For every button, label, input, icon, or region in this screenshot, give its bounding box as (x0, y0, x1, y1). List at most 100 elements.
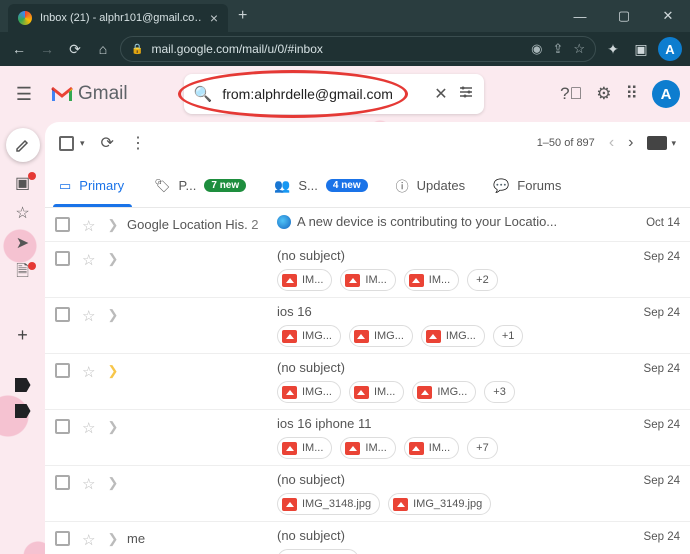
attachment-chip[interactable]: IMG_3148.jpg (277, 493, 380, 515)
row-checkbox[interactable] (55, 531, 70, 546)
search-icon[interactable]: 🔍 (194, 85, 213, 103)
star-icon[interactable]: ☆ (82, 531, 95, 549)
starred-nav-icon[interactable]: ☆ (12, 204, 34, 222)
email-row[interactable]: ☆ ❯ (no subject) IMG...IM...IMG...+3 Sep… (45, 354, 690, 410)
drafts-nav-icon[interactable]: 🗎 (12, 264, 34, 282)
home-button[interactable]: ⌂ (92, 38, 114, 60)
category-tab-forums[interactable]: 💬Forums (479, 164, 575, 207)
importance-icon[interactable]: ❯ (107, 531, 118, 547)
browser-tab[interactable]: Inbox (21) - alphr101@gmail.co… × (8, 4, 228, 32)
email-row[interactable]: ☆ ❯ (no subject) IM...IM...IM...+2 Sep 2… (45, 242, 690, 298)
search-input[interactable] (222, 86, 424, 102)
row-checkbox[interactable] (55, 307, 70, 322)
next-page-icon[interactable]: › (628, 134, 633, 152)
more-attachments[interactable]: +7 (467, 437, 498, 459)
category-tab-p[interactable]: 🏷P...7 new (140, 164, 260, 207)
forward-button[interactable]: → (36, 38, 58, 60)
importance-icon[interactable]: ❯ (107, 307, 118, 323)
attachment-chip[interactable]: IMG... (349, 325, 413, 347)
main-menu-icon[interactable]: ☰ (6, 76, 42, 112)
row-checkbox[interactable] (55, 419, 70, 434)
attachment-chip[interactable]: IM... (340, 437, 395, 459)
star-icon[interactable]: ☆ (82, 217, 95, 235)
prev-page-icon[interactable]: ‹ (609, 134, 614, 152)
select-dropdown-icon[interactable]: ▾ (80, 138, 85, 149)
back-button[interactable]: ← (8, 38, 30, 60)
refresh-icon[interactable]: ⟳ (101, 133, 114, 153)
attachment-chip[interactable]: 70244.jpg (277, 549, 359, 554)
row-checkbox[interactable] (55, 363, 70, 378)
search-options-icon[interactable] (458, 84, 474, 105)
address-bar[interactable]: 🔒 mail.google.com/mail/u/0/#inbox ◉ ⇪ ☆ (120, 36, 596, 62)
clear-search-icon[interactable]: ✕ (434, 84, 447, 104)
attachment-chip[interactable]: IM... (404, 269, 459, 291)
apps-icon[interactable]: ⠿ (626, 84, 638, 104)
more-attachments[interactable]: +2 (467, 269, 498, 291)
account-avatar[interactable]: A (652, 80, 680, 108)
attachment-chip[interactable]: IM... (277, 269, 332, 291)
app-icon[interactable]: ▣ (630, 38, 652, 60)
share-icon[interactable]: ⇪ (552, 41, 563, 57)
more-attachments[interactable]: +3 (484, 381, 515, 403)
attachment-chip[interactable]: IMG... (421, 325, 485, 347)
attachment-chip[interactable]: IM... (340, 269, 395, 291)
image-icon (354, 330, 369, 343)
attachment-chip[interactable]: IM... (277, 437, 332, 459)
window-minimize[interactable]: — (558, 0, 602, 32)
email-row[interactable]: ☆ ❯ ios 16 iphone 11 IM...IM...IM...+7 S… (45, 410, 690, 466)
support-icon[interactable]: ?⃝ (560, 84, 582, 104)
profile-badge[interactable]: A (658, 37, 682, 61)
row-checkbox[interactable] (55, 475, 70, 490)
select-all-checkbox[interactable] (59, 136, 74, 151)
row-checkbox[interactable] (55, 217, 70, 232)
email-row[interactable]: ☆ ❯ me (no subject) 70244.jpg Sep 24 (45, 522, 690, 554)
window-close[interactable]: ✕ (646, 0, 690, 32)
eye-icon[interactable]: ◉ (531, 41, 542, 57)
more-icon[interactable]: ⋮ (130, 133, 146, 153)
attachment-chip[interactable]: IM... (404, 437, 459, 459)
compose-button[interactable] (6, 128, 40, 162)
density-dropdown-icon[interactable]: ▾ (671, 138, 676, 149)
sender: me (127, 528, 277, 554)
email-row[interactable]: ☆ ❯ (no subject) IMG_3148.jpgIMG_3149.jp… (45, 466, 690, 522)
label-icon[interactable] (15, 404, 31, 418)
attachment-chip[interactable]: IMG... (277, 325, 341, 347)
category-tab-primary[interactable]: ▭Primary (45, 164, 140, 207)
email-row[interactable]: ☆ ❯ Google Location His. 2 A new device … (45, 208, 690, 242)
category-tab-s[interactable]: 👥S...4 new (260, 164, 382, 207)
importance-icon[interactable]: ❯ (107, 363, 118, 379)
extensions-icon[interactable]: ✦ (602, 38, 624, 60)
add-label-button[interactable]: + (12, 326, 34, 344)
email-row[interactable]: ☆ ❯ ios 16 IMG...IMG...IMG...+1 Sep 24 (45, 298, 690, 354)
sent-nav-icon[interactable]: ➤ (12, 234, 34, 252)
gmail-logo[interactable]: Gmail (50, 83, 128, 105)
bookmark-icon[interactable]: ☆ (573, 41, 585, 57)
image-icon (282, 386, 297, 399)
importance-icon[interactable]: ❯ (107, 217, 118, 233)
importance-icon[interactable]: ❯ (107, 419, 118, 435)
reload-button[interactable]: ⟳ (64, 38, 86, 60)
attachment-chip[interactable]: IMG... (412, 381, 476, 403)
importance-icon[interactable]: ❯ (107, 475, 118, 491)
label-icon[interactable] (15, 378, 31, 392)
star-icon[interactable]: ☆ (82, 475, 95, 493)
star-icon[interactable]: ☆ (82, 363, 95, 381)
attachment-chip[interactable]: IMG... (277, 381, 341, 403)
attachment-chip[interactable]: IM... (349, 381, 404, 403)
settings-icon[interactable]: ⚙ (596, 84, 611, 104)
importance-icon[interactable]: ❯ (107, 251, 118, 267)
attachment-chip[interactable]: IMG_3149.jpg (388, 493, 491, 515)
gmail-header: ☰ Gmail 🔍 ✕ ?⃝ ⚙ (0, 66, 690, 122)
row-checkbox[interactable] (55, 251, 70, 266)
subject: ios 16 (277, 304, 312, 319)
density-toggle[interactable] (647, 136, 667, 150)
inbox-nav-icon[interactable]: ▣ (12, 174, 34, 192)
new-tab-button[interactable]: + (238, 7, 247, 25)
category-tab-updates[interactable]: ⓘUpdates (382, 164, 479, 207)
star-icon[interactable]: ☆ (82, 307, 95, 325)
window-maximize[interactable]: ▢ (602, 0, 646, 32)
star-icon[interactable]: ☆ (82, 419, 95, 437)
more-attachments[interactable]: +1 (493, 325, 524, 347)
star-icon[interactable]: ☆ (82, 251, 95, 269)
close-tab-icon[interactable]: × (210, 10, 218, 26)
